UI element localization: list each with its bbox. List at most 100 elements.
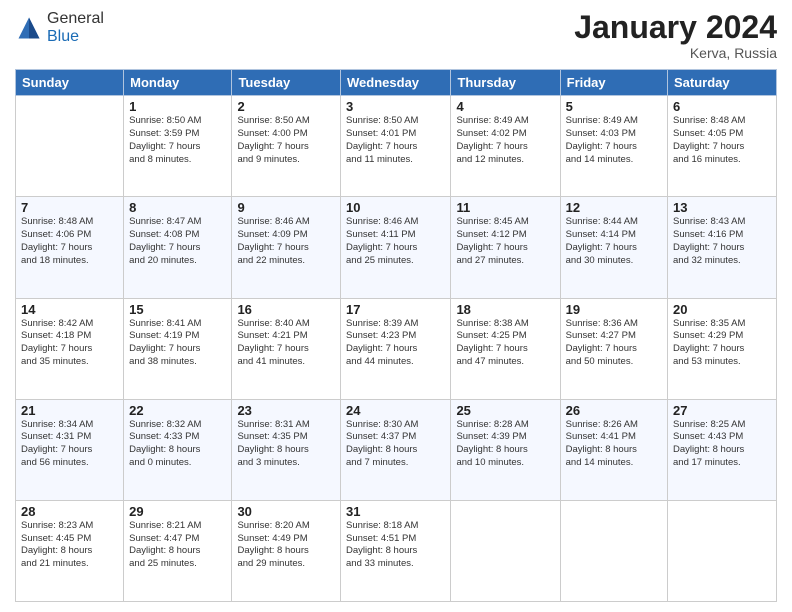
day-number: 15 [129, 302, 226, 317]
day-info: Sunrise: 8:42 AM Sunset: 4:18 PM Dayligh… [21, 318, 118, 369]
calendar-cell: 26Sunrise: 8:26 AM Sunset: 4:41 PM Dayli… [560, 399, 667, 500]
day-info: Sunrise: 8:28 AM Sunset: 4:39 PM Dayligh… [456, 419, 554, 470]
day-number: 12 [566, 200, 662, 215]
calendar-cell: 14Sunrise: 8:42 AM Sunset: 4:18 PM Dayli… [16, 298, 124, 399]
calendar-cell: 31Sunrise: 8:18 AM Sunset: 4:51 PM Dayli… [341, 500, 451, 601]
day-info: Sunrise: 8:50 AM Sunset: 4:00 PM Dayligh… [237, 115, 335, 166]
day-number: 18 [456, 302, 554, 317]
day-number: 28 [21, 504, 118, 519]
calendar-cell: 4Sunrise: 8:49 AM Sunset: 4:02 PM Daylig… [451, 96, 560, 197]
calendar-cell: 27Sunrise: 8:25 AM Sunset: 4:43 PM Dayli… [668, 399, 777, 500]
calendar-cell [668, 500, 777, 601]
day-info: Sunrise: 8:41 AM Sunset: 4:19 PM Dayligh… [129, 318, 226, 369]
day-info: Sunrise: 8:20 AM Sunset: 4:49 PM Dayligh… [237, 520, 335, 571]
day-info: Sunrise: 8:40 AM Sunset: 4:21 PM Dayligh… [237, 318, 335, 369]
day-number: 1 [129, 99, 226, 114]
day-number: 24 [346, 403, 445, 418]
calendar-cell [451, 500, 560, 601]
calendar-cell: 9Sunrise: 8:46 AM Sunset: 4:09 PM Daylig… [232, 197, 341, 298]
day-number: 3 [346, 99, 445, 114]
calendar-cell: 1Sunrise: 8:50 AM Sunset: 3:59 PM Daylig… [124, 96, 232, 197]
calendar-cell: 24Sunrise: 8:30 AM Sunset: 4:37 PM Dayli… [341, 399, 451, 500]
day-header-sunday: Sunday [16, 70, 124, 96]
day-header-friday: Friday [560, 70, 667, 96]
calendar-cell: 3Sunrise: 8:50 AM Sunset: 4:01 PM Daylig… [341, 96, 451, 197]
calendar-cell: 21Sunrise: 8:34 AM Sunset: 4:31 PM Dayli… [16, 399, 124, 500]
day-number: 2 [237, 99, 335, 114]
day-info: Sunrise: 8:18 AM Sunset: 4:51 PM Dayligh… [346, 520, 445, 571]
day-number: 25 [456, 403, 554, 418]
day-number: 8 [129, 200, 226, 215]
week-row-1: 1Sunrise: 8:50 AM Sunset: 3:59 PM Daylig… [16, 96, 777, 197]
day-info: Sunrise: 8:32 AM Sunset: 4:33 PM Dayligh… [129, 419, 226, 470]
day-header-wednesday: Wednesday [341, 70, 451, 96]
month-title: January 2024 [574, 10, 777, 45]
calendar-table: SundayMondayTuesdayWednesdayThursdayFrid… [15, 69, 777, 602]
day-info: Sunrise: 8:48 AM Sunset: 4:05 PM Dayligh… [673, 115, 771, 166]
calendar-cell: 11Sunrise: 8:45 AM Sunset: 4:12 PM Dayli… [451, 197, 560, 298]
calendar-cell: 2Sunrise: 8:50 AM Sunset: 4:00 PM Daylig… [232, 96, 341, 197]
day-info: Sunrise: 8:25 AM Sunset: 4:43 PM Dayligh… [673, 419, 771, 470]
calendar-cell: 15Sunrise: 8:41 AM Sunset: 4:19 PM Dayli… [124, 298, 232, 399]
day-header-thursday: Thursday [451, 70, 560, 96]
logo-blue: Blue [47, 28, 79, 45]
calendar-cell: 6Sunrise: 8:48 AM Sunset: 4:05 PM Daylig… [668, 96, 777, 197]
calendar-cell: 12Sunrise: 8:44 AM Sunset: 4:14 PM Dayli… [560, 197, 667, 298]
calendar-cell: 5Sunrise: 8:49 AM Sunset: 4:03 PM Daylig… [560, 96, 667, 197]
day-number: 11 [456, 200, 554, 215]
day-info: Sunrise: 8:47 AM Sunset: 4:08 PM Dayligh… [129, 216, 226, 267]
day-header-tuesday: Tuesday [232, 70, 341, 96]
calendar-cell: 16Sunrise: 8:40 AM Sunset: 4:21 PM Dayli… [232, 298, 341, 399]
calendar-header-row: SundayMondayTuesdayWednesdayThursdayFrid… [16, 70, 777, 96]
day-info: Sunrise: 8:45 AM Sunset: 4:12 PM Dayligh… [456, 216, 554, 267]
day-info: Sunrise: 8:39 AM Sunset: 4:23 PM Dayligh… [346, 318, 445, 369]
day-number: 9 [237, 200, 335, 215]
day-info: Sunrise: 8:46 AM Sunset: 4:09 PM Dayligh… [237, 216, 335, 267]
day-info: Sunrise: 8:49 AM Sunset: 4:03 PM Dayligh… [566, 115, 662, 166]
week-row-5: 28Sunrise: 8:23 AM Sunset: 4:45 PM Dayli… [16, 500, 777, 601]
day-info: Sunrise: 8:26 AM Sunset: 4:41 PM Dayligh… [566, 419, 662, 470]
calendar-cell: 19Sunrise: 8:36 AM Sunset: 4:27 PM Dayli… [560, 298, 667, 399]
day-number: 21 [21, 403, 118, 418]
day-number: 13 [673, 200, 771, 215]
calendar-cell: 25Sunrise: 8:28 AM Sunset: 4:39 PM Dayli… [451, 399, 560, 500]
week-row-3: 14Sunrise: 8:42 AM Sunset: 4:18 PM Dayli… [16, 298, 777, 399]
day-number: 27 [673, 403, 771, 418]
day-info: Sunrise: 8:21 AM Sunset: 4:47 PM Dayligh… [129, 520, 226, 571]
calendar-cell: 13Sunrise: 8:43 AM Sunset: 4:16 PM Dayli… [668, 197, 777, 298]
logo: General Blue [15, 10, 104, 46]
day-info: Sunrise: 8:30 AM Sunset: 4:37 PM Dayligh… [346, 419, 445, 470]
day-info: Sunrise: 8:43 AM Sunset: 4:16 PM Dayligh… [673, 216, 771, 267]
day-number: 4 [456, 99, 554, 114]
day-number: 19 [566, 302, 662, 317]
week-row-4: 21Sunrise: 8:34 AM Sunset: 4:31 PM Dayli… [16, 399, 777, 500]
day-number: 23 [237, 403, 335, 418]
day-header-monday: Monday [124, 70, 232, 96]
day-number: 16 [237, 302, 335, 317]
calendar-cell: 22Sunrise: 8:32 AM Sunset: 4:33 PM Dayli… [124, 399, 232, 500]
day-info: Sunrise: 8:38 AM Sunset: 4:25 PM Dayligh… [456, 318, 554, 369]
day-number: 6 [673, 99, 771, 114]
calendar-cell: 29Sunrise: 8:21 AM Sunset: 4:47 PM Dayli… [124, 500, 232, 601]
day-number: 14 [21, 302, 118, 317]
day-info: Sunrise: 8:36 AM Sunset: 4:27 PM Dayligh… [566, 318, 662, 369]
header: General Blue January 2024 Kerva, Russia [15, 10, 777, 61]
calendar-cell: 28Sunrise: 8:23 AM Sunset: 4:45 PM Dayli… [16, 500, 124, 601]
day-info: Sunrise: 8:50 AM Sunset: 4:01 PM Dayligh… [346, 115, 445, 166]
page: General Blue January 2024 Kerva, Russia … [0, 0, 792, 612]
logo-text: General Blue [47, 10, 104, 46]
day-info: Sunrise: 8:44 AM Sunset: 4:14 PM Dayligh… [566, 216, 662, 267]
day-number: 7 [21, 200, 118, 215]
title-block: January 2024 Kerva, Russia [574, 10, 777, 61]
calendar-cell: 23Sunrise: 8:31 AM Sunset: 4:35 PM Dayli… [232, 399, 341, 500]
day-info: Sunrise: 8:48 AM Sunset: 4:06 PM Dayligh… [21, 216, 118, 267]
day-info: Sunrise: 8:50 AM Sunset: 3:59 PM Dayligh… [129, 115, 226, 166]
day-info: Sunrise: 8:31 AM Sunset: 4:35 PM Dayligh… [237, 419, 335, 470]
calendar-cell: 30Sunrise: 8:20 AM Sunset: 4:49 PM Dayli… [232, 500, 341, 601]
calendar-cell [16, 96, 124, 197]
calendar-cell: 20Sunrise: 8:35 AM Sunset: 4:29 PM Dayli… [668, 298, 777, 399]
calendar-cell: 10Sunrise: 8:46 AM Sunset: 4:11 PM Dayli… [341, 197, 451, 298]
day-info: Sunrise: 8:23 AM Sunset: 4:45 PM Dayligh… [21, 520, 118, 571]
day-info: Sunrise: 8:34 AM Sunset: 4:31 PM Dayligh… [21, 419, 118, 470]
logo-icon [15, 14, 43, 42]
